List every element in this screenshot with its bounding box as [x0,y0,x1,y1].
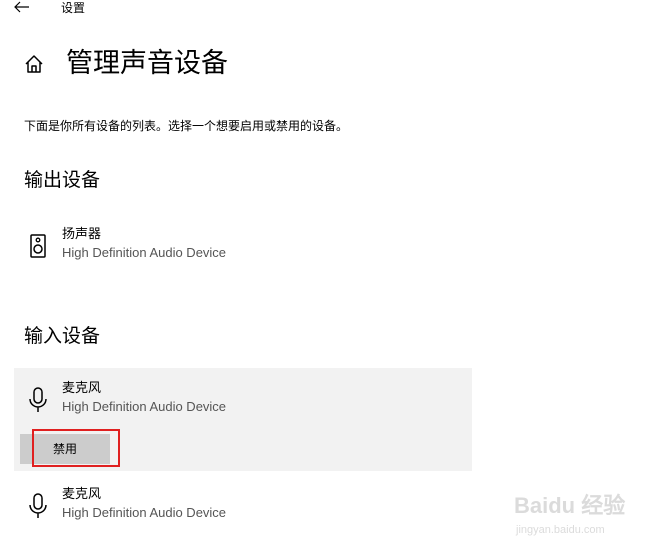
highlight-annotation [32,429,120,467]
device-driver: High Definition Audio Device [62,399,227,414]
speaker-icon [30,234,46,258]
device-name: 麦克风 [62,381,102,396]
window-title: 设置 [61,1,86,15]
input-device-microphone[interactable]: 麦克风 High Definition Audio Device [24,480,472,540]
microphone-icon [29,387,47,412]
home-button[interactable] [22,52,46,76]
device-name: 扬声器 [62,227,102,242]
back-arrow-icon [14,1,29,13]
input-devices-heading: 输入设备 [24,325,101,347]
page-title: 管理声音设备 [66,48,228,79]
watermark-text: Baidu 经验 [514,493,626,518]
back-button[interactable] [12,0,36,16]
device-row: 麦克风 High Definition Audio Device [24,374,472,434]
baidu-watermark: Baidu 经验 jingyan.baidu.com [510,478,660,548]
output-devices-heading: 输出设备 [24,169,101,191]
microphone-icon [29,493,47,518]
page-description: 下面是你所有设备的列表。选择一个想要启用或禁用的设备。 [24,119,349,133]
device-driver: High Definition Audio Device [62,505,227,520]
output-device-speaker[interactable]: 扬声器 High Definition Audio Device [24,220,472,280]
device-name: 麦克风 [62,487,102,502]
device-driver: High Definition Audio Device [62,245,227,260]
watermark-url: jingyan.baidu.com [516,524,605,536]
home-icon [25,55,43,73]
